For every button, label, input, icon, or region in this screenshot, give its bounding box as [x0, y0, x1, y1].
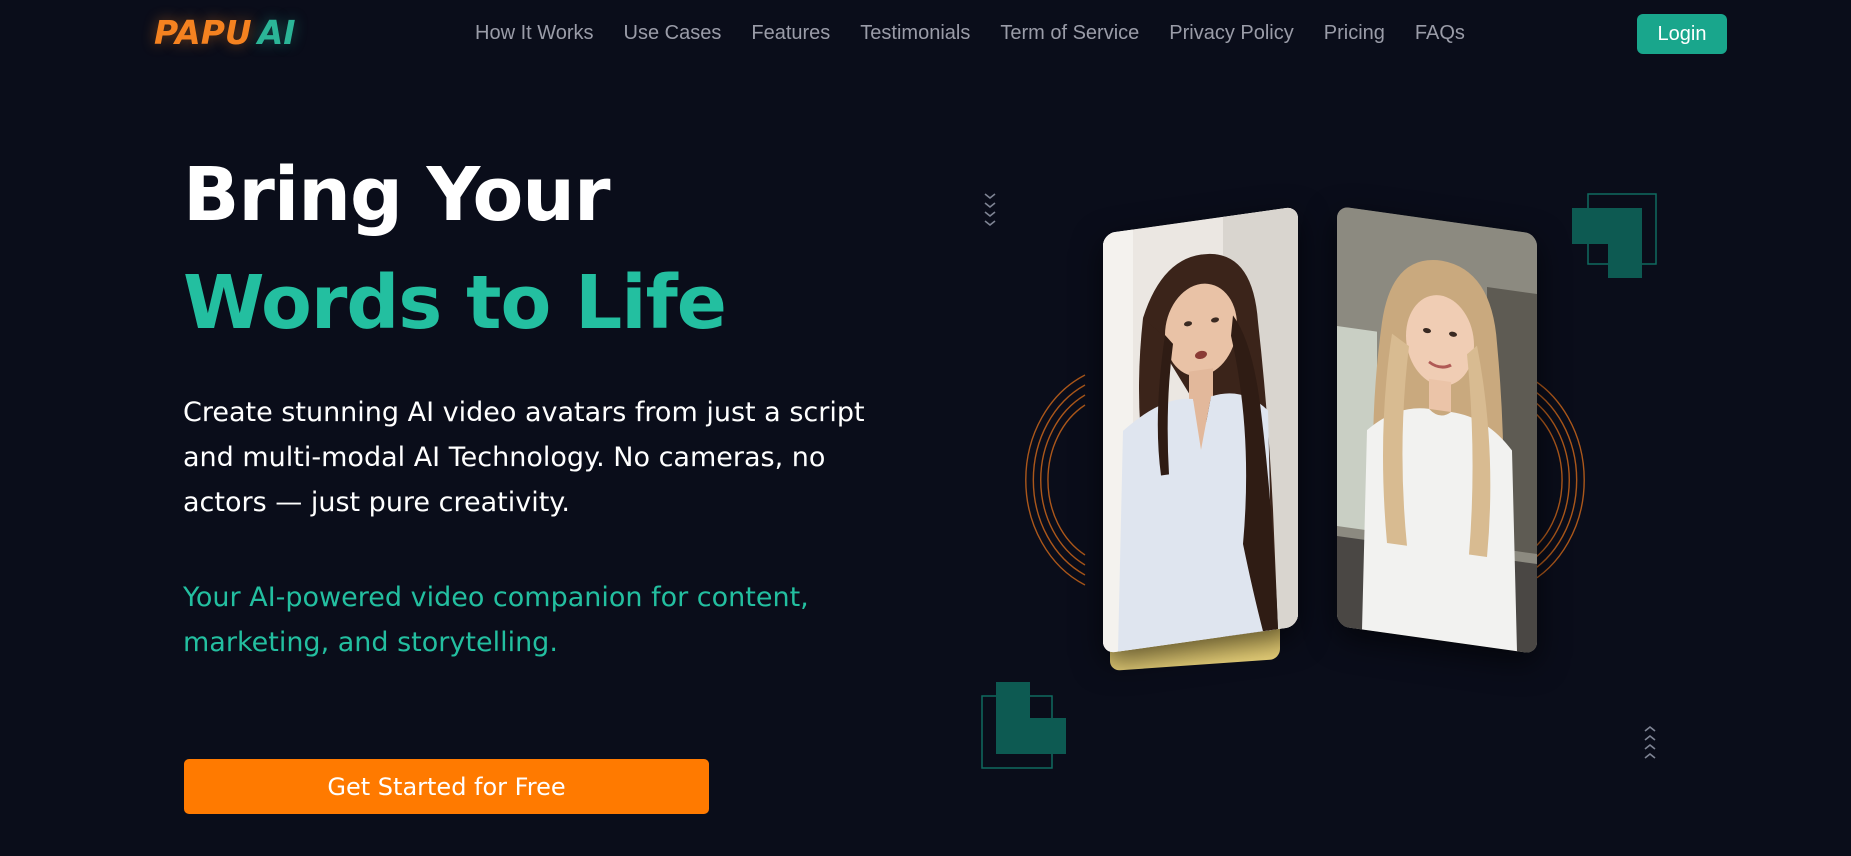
top-nav: PAPU AI How It Works Use Cases Features …: [0, 0, 1851, 72]
nav-link-how-it-works[interactable]: How It Works: [475, 22, 594, 44]
nav-link-use-cases[interactable]: Use Cases: [624, 22, 722, 44]
logo[interactable]: PAPU AI: [154, 12, 296, 52]
nav-link-term-of-service[interactable]: Term of Service: [1000, 22, 1139, 44]
landing-page: PAPU AI How It Works Use Cases Features …: [0, 0, 1851, 856]
nav-link-testimonials[interactable]: Testimonials: [860, 22, 970, 44]
nav-link-privacy-policy[interactable]: Privacy Policy: [1169, 22, 1293, 44]
hero-headline-line2: Words to Life: [183, 260, 727, 346]
logo-secondary-text: AI: [257, 12, 296, 52]
logo-primary-text: PAPU: [154, 12, 252, 52]
nav-link-pricing[interactable]: Pricing: [1324, 22, 1385, 44]
blonde-avatar-image: [1337, 205, 1537, 655]
get-started-button[interactable]: Get Started for Free: [184, 759, 709, 814]
nav-link-features[interactable]: Features: [751, 22, 830, 44]
hero-visual: [970, 180, 1670, 800]
hero-description: Create stunning AI video avatars from ju…: [183, 397, 865, 518]
login-button[interactable]: Login: [1637, 14, 1727, 54]
brunette-avatar-image: [1103, 206, 1298, 654]
teal-corner-decoration-top: [1572, 193, 1657, 278]
hero-headline-line1: Bring Your: [183, 152, 610, 238]
orange-rings-decoration: [1025, 374, 1585, 586]
brunette-avatar-card[interactable]: [1103, 206, 1298, 654]
hero-tagline: Your AI-powered video companion for cont…: [183, 582, 809, 658]
nav-links: How It Works Use Cases Features Testimon…: [475, 22, 1465, 45]
blonde-avatar-card[interactable]: [1337, 205, 1537, 655]
nav-link-faqs[interactable]: FAQs: [1415, 22, 1465, 44]
teal-corner-decoration-bottom: [981, 682, 1066, 769]
